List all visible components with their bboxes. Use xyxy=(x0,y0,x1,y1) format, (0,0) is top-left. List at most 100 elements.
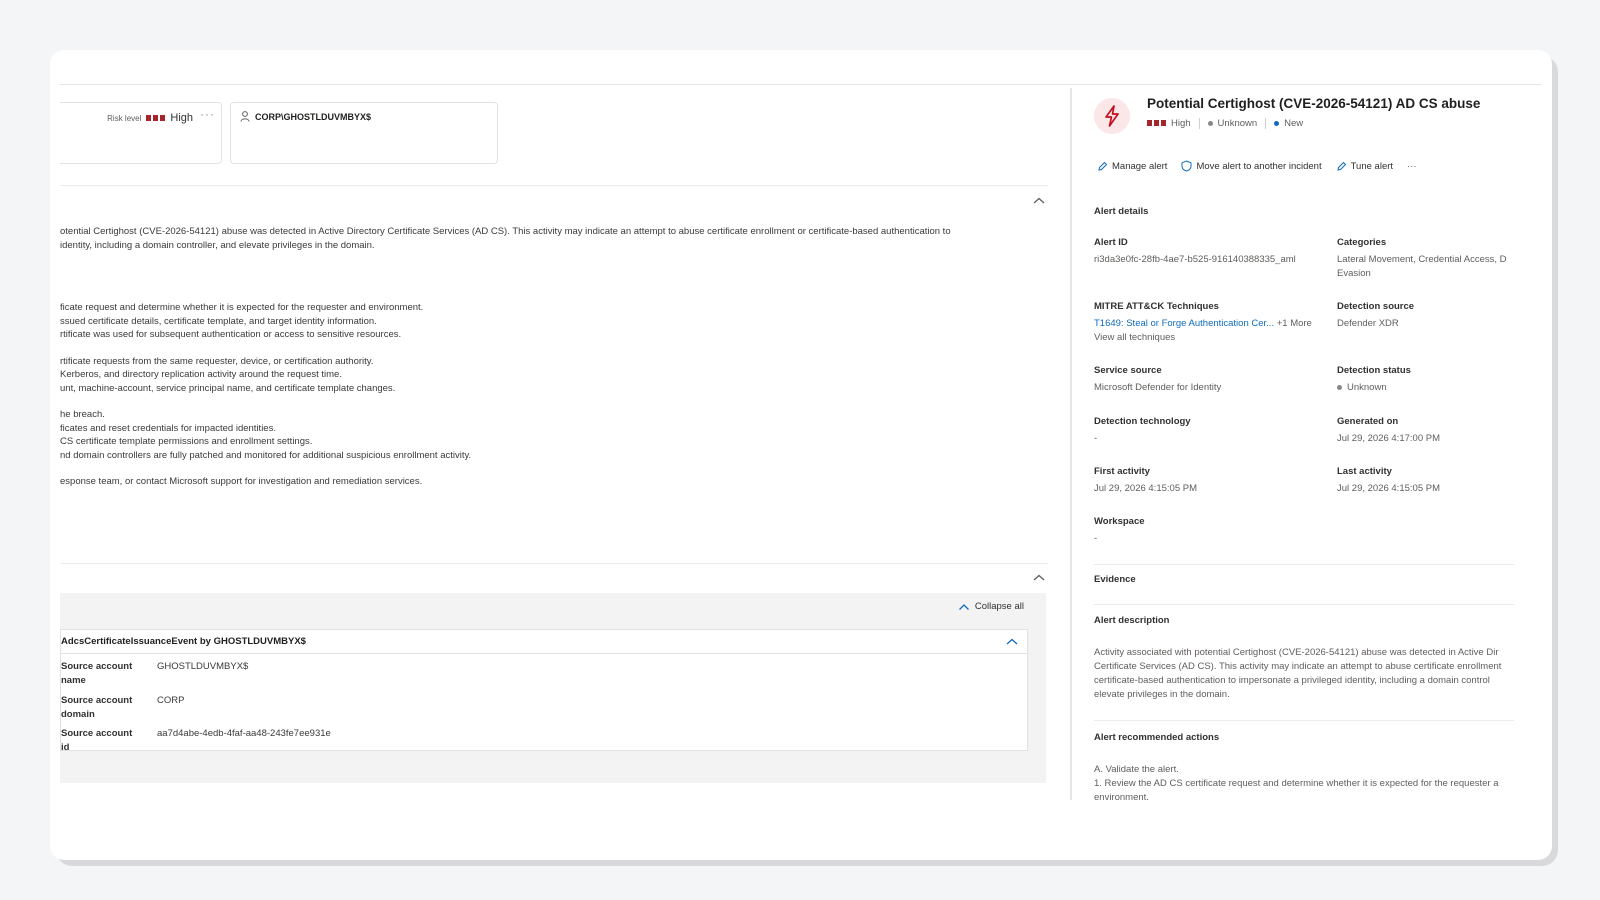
action-line: ficate request and determine whether it … xyxy=(60,302,424,313)
event-row-key: Source account domain xyxy=(61,695,133,720)
field-label: Detection technology xyxy=(1094,416,1191,427)
tune-alert-label: Tune alert xyxy=(1350,160,1394,172)
event-row-value: CORP xyxy=(157,695,185,706)
mitre-technique-link[interactable]: T1649: Steal or Forge Authentication Cer… xyxy=(1094,318,1274,329)
detection-technology-value: - xyxy=(1094,433,1098,444)
move-alert-button[interactable]: Move alert to another incident xyxy=(1181,160,1322,172)
risk-level-label: Risk level xyxy=(107,113,142,123)
tune-alert-button[interactable]: Tune alert xyxy=(1336,161,1393,172)
categories-field: Categories Lateral Movement, Credential … xyxy=(1337,236,1514,281)
action-line: rtificate requests from the same request… xyxy=(60,355,374,367)
alert-id-field: Alert ID ri3da3e0fc-28fb-4ae7-b525-91614… xyxy=(1094,236,1324,267)
workspace-field: Workspace - xyxy=(1094,515,1324,546)
detection-status-field: Detection status Unknown xyxy=(1337,364,1514,395)
risk-level-value: High xyxy=(170,112,193,124)
section-divider xyxy=(1094,564,1514,565)
action-line: nd domain controllers are fully patched … xyxy=(60,449,472,461)
categories-value: Lateral Movement, Credential Access, D xyxy=(1337,254,1507,265)
risk-level: Risk level High xyxy=(107,112,193,124)
section-divider xyxy=(60,185,1048,186)
alert-lightning-icon xyxy=(1094,98,1130,134)
alert-toolbar: Manage alert Move alert to another incid… xyxy=(1097,160,1417,172)
alert-description-text: Activity associated with potential Certi… xyxy=(1094,646,1514,702)
section-divider xyxy=(1094,720,1514,721)
manage-alert-button[interactable]: Manage alert xyxy=(1097,161,1167,172)
chevron-up-icon[interactable] xyxy=(1032,196,1046,206)
entity-card[interactable]: CORP\GHOSTLDUVMBYX$ xyxy=(230,102,498,164)
recommended-actions-text: ficate request and determine whether it … xyxy=(60,301,580,502)
shield-icon xyxy=(1181,160,1192,172)
categories-value: Evasion xyxy=(1337,268,1371,279)
severity-label: High xyxy=(1171,118,1191,129)
action-line: rtificate was used for subsequent authen… xyxy=(60,329,402,340)
event-header[interactable]: AdcsCertificateIssuanceEvent by GHOSTLDU… xyxy=(61,630,1027,654)
chevron-up-icon[interactable] xyxy=(1032,573,1046,583)
field-label: Workspace xyxy=(1094,516,1145,527)
field-label: Categories xyxy=(1337,237,1387,248)
collapse-all-label: Collapse all xyxy=(974,601,1024,612)
alert-title: Potential Certighost (CVE-2026-54121) AD… xyxy=(1147,96,1481,111)
manage-alert-label: Manage alert xyxy=(1112,160,1168,172)
pencil-icon xyxy=(1336,161,1346,171)
description-line: Activity associated with potential Certi… xyxy=(1094,647,1499,658)
description-line: identity, including a domain controller,… xyxy=(60,239,375,251)
service-source-value: Microsoft Defender for Identity xyxy=(1094,382,1222,393)
service-source-field: Service source Microsoft Defender for Id… xyxy=(1094,364,1324,395)
view-all-techniques-link[interactable]: View all techniques xyxy=(1094,331,1324,345)
section-divider xyxy=(1094,604,1514,605)
last-activity-value: Jul 29, 2026 4:15:05 PM xyxy=(1337,483,1440,494)
recommended-line: 1. Review the AD CS certificate request … xyxy=(1094,778,1499,789)
field-label: First activity xyxy=(1094,466,1150,477)
move-alert-label: Move alert to another incident xyxy=(1196,160,1322,172)
recommended-actions-text: A. Validate the alert. 1. Review the AD … xyxy=(1094,763,1514,802)
detection-source-field: Detection source Defender XDR xyxy=(1337,300,1514,331)
alert-description-heading: Alert description xyxy=(1094,615,1170,626)
action-group: esponse team, or contact Microsoft suppo… xyxy=(60,475,580,489)
description-line: otential Certighost (CVE-2026-54121) abu… xyxy=(60,226,951,237)
alert-details-pane: Potential Certighost (CVE-2026-54121) AD… xyxy=(1094,90,1514,802)
severity-bars-icon xyxy=(146,115,166,121)
more-options-icon[interactable]: ··· xyxy=(200,107,215,121)
action-group: he breach. ficates and reset credentials… xyxy=(60,408,580,462)
action-line: ssued certificate details, certificate t… xyxy=(60,315,377,327)
status-dot-icon xyxy=(1337,384,1342,390)
status-dot-icon xyxy=(1274,120,1280,126)
generated-on-value: Jul 29, 2026 4:17:00 PM xyxy=(1337,433,1440,444)
mitre-field: MITRE ATT&CK Techniques T1649: Steal or … xyxy=(1094,300,1324,345)
action-line: esponse team, or contact Microsoft suppo… xyxy=(60,476,423,487)
alert-details-heading: Alert details xyxy=(1094,206,1149,217)
description-text: otential Certighost (CVE-2026-54121) abu… xyxy=(60,225,1020,252)
action-line: Kerberos, and directory replication acti… xyxy=(60,369,342,380)
alert-status-label: New xyxy=(1284,118,1304,129)
section-divider xyxy=(60,563,1048,564)
first-activity-field: First activity Jul 29, 2026 4:15:05 PM xyxy=(1094,465,1324,496)
user-icon xyxy=(240,111,250,122)
description-line: elevate privileges in the domain. xyxy=(1094,689,1230,700)
chevron-up-icon xyxy=(958,603,969,610)
chevron-up-icon[interactable] xyxy=(1005,637,1019,647)
risk-card[interactable]: Risk level High ··· xyxy=(60,102,222,164)
detection-technology-field: Detection technology - xyxy=(1094,415,1324,446)
action-group: rtificate requests from the same request… xyxy=(60,355,580,396)
field-label: MITRE ATT&CK Techniques xyxy=(1094,301,1219,312)
incident-window: Risk level High ··· CORP\GHOSTLDUVMBYX$ … xyxy=(50,50,1552,860)
severity-bars-icon xyxy=(1147,120,1166,126)
detection-status-badge: Unknown xyxy=(1207,118,1258,129)
description-line: Certificate Services (AD CS). This activ… xyxy=(1094,661,1502,672)
generated-on-field: Generated on Jul 29, 2026 4:17:00 PM xyxy=(1337,415,1514,446)
pane-divider[interactable] xyxy=(1070,88,1072,800)
action-line: he breach. xyxy=(60,409,105,420)
detection-source-value: Defender XDR xyxy=(1337,318,1399,329)
last-activity-field: Last activity Jul 29, 2026 4:15:05 PM xyxy=(1337,465,1514,496)
mitre-more-link[interactable]: +1 More xyxy=(1277,318,1312,329)
field-label: Detection status xyxy=(1337,365,1411,376)
more-options-button[interactable]: ··· xyxy=(1407,161,1417,172)
pencil-icon xyxy=(1098,161,1108,171)
event-title: AdcsCertificateIssuanceEvent by GHOSTLDU… xyxy=(61,636,306,647)
field-label: Alert ID xyxy=(1094,237,1128,248)
evidence-heading[interactable]: Evidence xyxy=(1094,574,1136,585)
detection-status-label: Unknown xyxy=(1217,118,1258,129)
field-label: Generated on xyxy=(1337,416,1399,427)
alert-status-badge: New xyxy=(1274,118,1303,129)
collapse-all-button[interactable]: Collapse all xyxy=(958,601,1024,612)
